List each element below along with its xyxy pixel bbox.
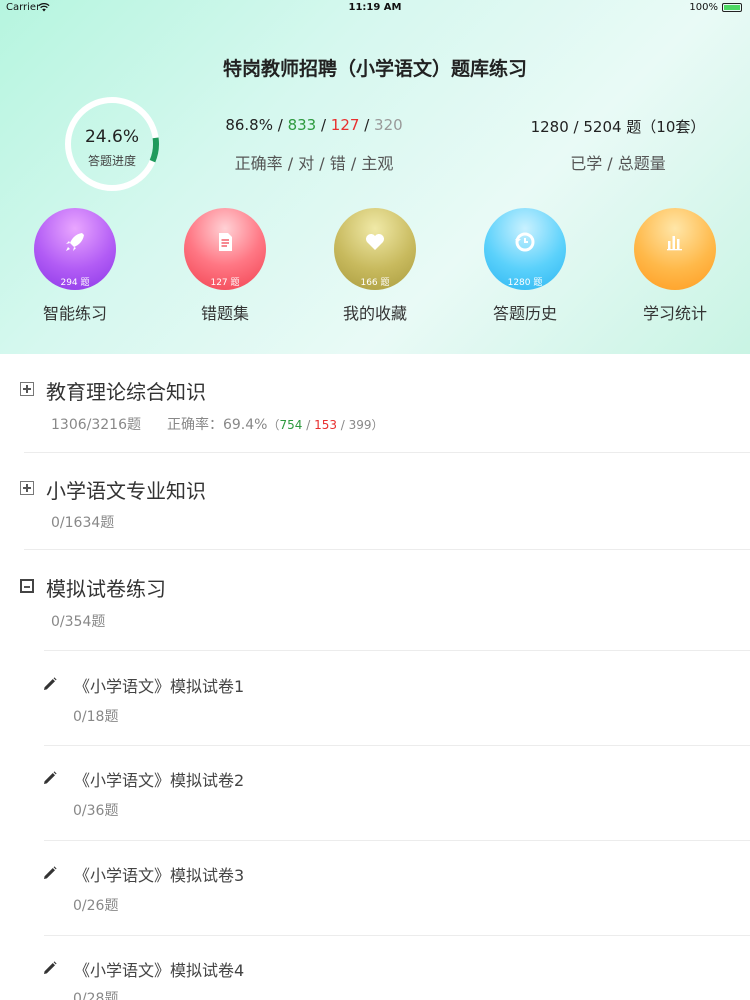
exam-title: 《小学语文》模拟试卷1: [74, 677, 245, 696]
exam-title: 《小学语文》模拟试卷2: [74, 771, 245, 790]
pencil-icon: [44, 961, 57, 974]
section-subjective: 399: [348, 418, 372, 432]
section-count: 1306/3216题: [51, 417, 141, 433]
exam-count: 0/28题: [73, 991, 119, 1000]
progress-percent: 24.6%: [84, 127, 139, 147]
battery-icon: [722, 3, 742, 12]
exam-item[interactable]: 《小学语文》模拟试卷3 0/26题: [0, 841, 750, 935]
exam-title: 《小学语文》模拟试卷3: [74, 866, 245, 885]
page-title: 特岗教师招聘（小学语文）题库练习: [222, 58, 527, 80]
section-chinese-knowledge[interactable]: 小学语文专业知识 0/1634题: [0, 454, 750, 550]
smart-practice-button[interactable]: 294 题 智能练习: [20, 208, 130, 328]
section-correct: 754: [279, 418, 303, 432]
clock: 11:19 AM: [348, 2, 402, 13]
wrong-questions-count: 127 题: [210, 278, 240, 288]
pencil-icon: [44, 677, 57, 690]
section-title: 教育理论综合知识: [46, 380, 206, 404]
section-mock-exams[interactable]: 模拟试卷练习 0/354题: [0, 550, 750, 650]
subjective-count: 320: [374, 116, 403, 134]
wrong-questions-label: 错题集: [200, 304, 249, 323]
section-count: 0/1634题: [51, 515, 115, 531]
divider: [24, 452, 750, 453]
exam-item[interactable]: 《小学语文》模拟试卷2 0/36题: [0, 746, 750, 840]
section-accuracy: 69.4%: [222, 417, 268, 433]
smart-practice-label: 智能练习: [42, 304, 107, 323]
section-title: 小学语文专业知识: [46, 479, 206, 503]
pencil-icon: [44, 866, 57, 879]
study-stats-button[interactable]: 学习统计: [620, 208, 730, 328]
favorites-label: 我的收藏: [342, 304, 407, 323]
pencil-icon: [44, 771, 57, 784]
accuracy-label: 正确率 / 对 / 错 / 主观: [234, 154, 394, 173]
status-bar: Carrier 11:19 AM 100%: [0, 0, 750, 16]
header-panel: Carrier 11:19 AM 100% 特岗教师招聘（小学语文）题库练习 2…: [0, 0, 750, 354]
section-subtitle: 1306/3216题 正确率：69.4%（754 / 153 / 399）: [51, 417, 384, 433]
wrong-questions-button[interactable]: 127 题 错题集: [170, 208, 280, 328]
exam-item[interactable]: 《小学语文》模拟试卷4 0/28题: [0, 936, 750, 1000]
exam-count: 0/36题: [73, 803, 119, 819]
section-title: 模拟试卷练习: [46, 577, 166, 601]
section-count: 0/354题: [51, 614, 106, 630]
favorites-button[interactable]: 166 题 我的收藏: [320, 208, 430, 328]
study-stats-label: 学习统计: [642, 304, 707, 323]
expand-icon[interactable]: [20, 382, 34, 396]
learned-label: 已学 / 总题量: [570, 154, 666, 173]
exam-title: 《小学语文》模拟试卷4: [74, 961, 245, 980]
answer-history-button[interactable]: 1280 题 答题历史: [470, 208, 580, 328]
answer-history-label: 答题历史: [492, 304, 557, 323]
accuracy-rate: 86.8%: [225, 116, 273, 134]
heart-icon: [366, 234, 384, 250]
exam-count: 0/26题: [73, 898, 119, 914]
battery-percent: 100%: [689, 2, 718, 13]
collapse-icon[interactable]: [20, 579, 34, 593]
expand-icon[interactable]: [20, 481, 34, 495]
accuracy-stats: 86.8% / 833 / 127 / 320: [225, 116, 403, 134]
progress-label: 答题进度: [87, 154, 136, 168]
section-education-theory[interactable]: 教育理论综合知识 1306/3216题 正确率：69.4%（754 / 153 /…: [0, 354, 750, 454]
history-icon: [515, 232, 535, 252]
rocket-icon: [66, 233, 84, 251]
answer-history-count: 1280 题: [507, 278, 543, 288]
exam-count: 0/18题: [73, 709, 119, 725]
bar-chart-icon: [667, 236, 682, 251]
favorites-count: 166 题: [360, 278, 390, 288]
learned-stats: 1280 / 5204 题（10套）: [530, 118, 706, 136]
document-icon: [219, 233, 232, 251]
exam-item[interactable]: 《小学语文》模拟试卷1 0/18题: [0, 651, 750, 745]
correct-count: 833: [287, 116, 317, 134]
section-wrong: 153: [314, 418, 337, 432]
smart-practice-count: 294 题: [60, 278, 90, 288]
wrong-count: 127: [330, 116, 360, 134]
